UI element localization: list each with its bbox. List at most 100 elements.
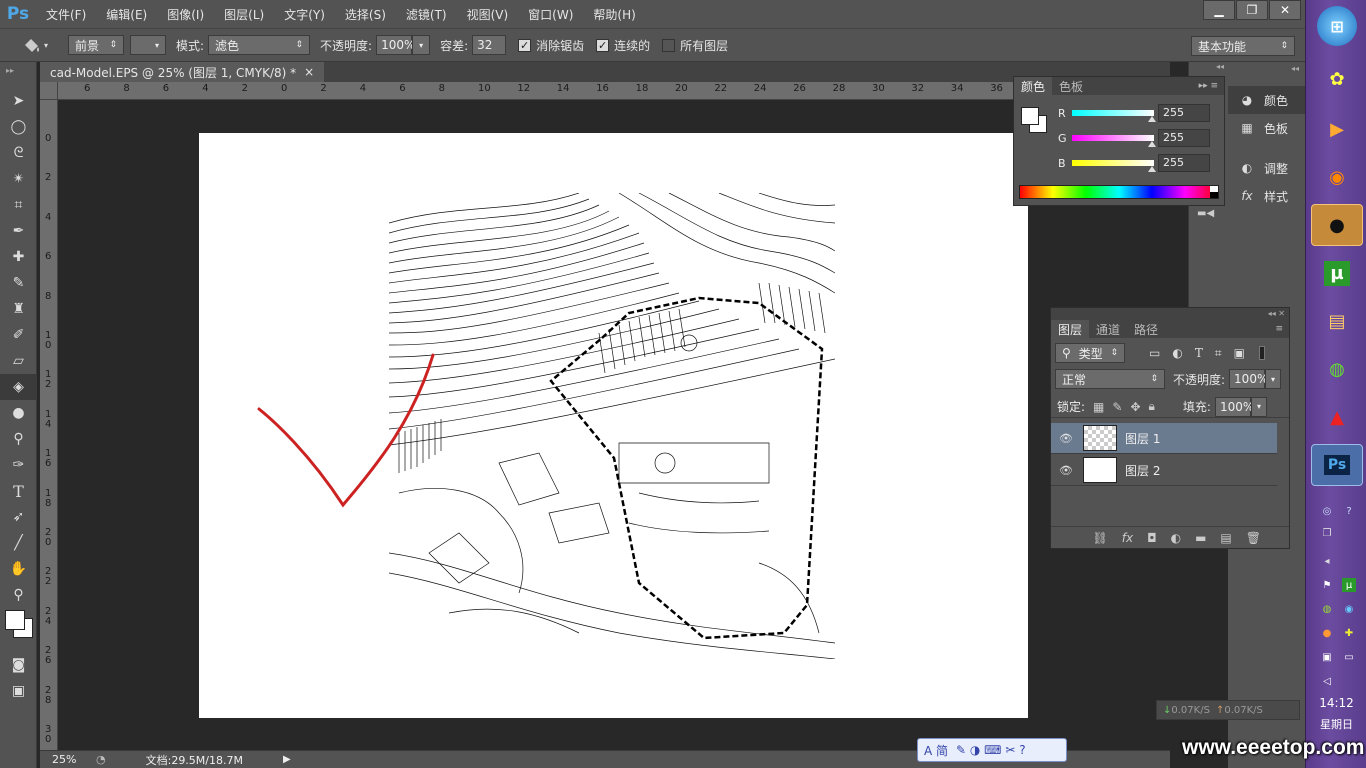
tray-expand-icon[interactable]: ◂ <box>1320 554 1334 568</box>
tray-network-icon[interactable]: ◎ <box>1320 504 1334 518</box>
new-group-icon[interactable]: ▬ <box>1195 531 1206 545</box>
tray-plus-icon[interactable]: ✚ <box>1342 626 1356 640</box>
tab-color[interactable]: 颜色 <box>1014 77 1053 95</box>
lasso-tool[interactable]: ᘓ <box>0 140 37 166</box>
dock-color-button[interactable]: ◕ 颜色 <box>1228 86 1305 114</box>
eye-icon[interactable]: 👁︎ <box>1051 432 1081 445</box>
panel-menu-icon[interactable]: ≡ <box>1275 324 1283 334</box>
menu-image[interactable]: 图像(I) <box>157 6 214 23</box>
restore-button[interactable]: ❐ <box>1236 0 1268 20</box>
expand-arrows-icon[interactable]: ◂◂ <box>1228 62 1305 86</box>
filter-image-icon[interactable]: ▭ <box>1149 346 1160 360</box>
screen-mode-button[interactable]: ▣ <box>0 678 37 704</box>
start-button[interactable]: ⊞ <box>1317 6 1357 46</box>
pen-tool[interactable]: ✑ <box>0 452 37 478</box>
collapse-arrows-icon[interactable]: ▸▸ <box>0 62 36 88</box>
taskbar-app-360[interactable]: ✿ <box>1311 58 1363 100</box>
dock-adjustments-button[interactable]: ◐ 调整 <box>1228 154 1305 182</box>
mode-select[interactable]: 滤色 ⇕ <box>208 35 311 55</box>
fx-icon[interactable]: fx <box>1122 531 1133 545</box>
filter-adjustment-icon[interactable]: ◐ <box>1172 346 1182 360</box>
layer-row[interactable]: 👁︎ 图层 2 <box>1051 455 1277 486</box>
tray-help-icon[interactable]: ? <box>1342 504 1356 518</box>
dodge-tool[interactable]: ⚲ <box>0 426 37 452</box>
antialias-checkbox[interactable]: ✓ <box>518 38 532 52</box>
status-expand-icon[interactable]: ▶ <box>283 754 291 765</box>
foreground-color-swatch[interactable] <box>5 610 25 630</box>
tray-globe-icon[interactable]: ◉ <box>1342 602 1356 616</box>
taskbar-app-utorrent[interactable]: µ <box>1311 252 1363 294</box>
document-canvas[interactable] <box>199 133 1028 718</box>
magic-wand-tool[interactable]: ✴ <box>0 166 37 192</box>
dock-styles-button[interactable]: fx 样式 <box>1228 182 1305 210</box>
menu-window[interactable]: 窗口(W) <box>518 6 583 23</box>
ruler-origin[interactable] <box>40 82 58 100</box>
new-layer-icon[interactable]: ▤ <box>1220 531 1231 545</box>
tab-paths[interactable]: 路径 <box>1127 320 1165 338</box>
layer-opacity-input[interactable]: 100% <box>1229 369 1268 389</box>
black-white-chip[interactable] <box>1210 186 1218 198</box>
green-slider-thumb[interactable] <box>1148 141 1156 147</box>
filter-smart-object-icon[interactable]: ▣ <box>1234 346 1245 360</box>
tray-flag-icon[interactable]: ⚑ <box>1320 578 1334 592</box>
lock-all-icon[interactable]: 🔒︎ <box>1149 399 1155 414</box>
layer-opacity-dropdown[interactable]: ▾ <box>1265 369 1282 389</box>
fill-input[interactable]: 100% <box>1214 396 1254 417</box>
clock-time[interactable]: 14:12 <box>1306 696 1366 710</box>
quick-mask-button[interactable]: ◙ <box>0 652 37 678</box>
color-spectrum-ramp[interactable] <box>1019 185 1219 199</box>
healing-brush-tool[interactable]: ✚ <box>0 244 37 270</box>
hand-tool[interactable]: ✋ <box>0 556 37 582</box>
tab-layers[interactable]: 图层 <box>1051 320 1090 338</box>
panel-menu-icon[interactable]: ▸▸ ≡ <box>1199 81 1218 91</box>
blend-mode-select[interactable]: 正常 ⇕ <box>1055 369 1165 389</box>
close-button[interactable]: ✕ <box>1269 0 1301 20</box>
crop-tool[interactable]: ⌗ <box>0 192 37 218</box>
tray-qq-icon[interactable]: ● <box>1320 626 1334 640</box>
tray-360-icon[interactable]: ◍ <box>1320 602 1334 616</box>
paint-bucket-preset[interactable]: ▾ <box>0 36 60 54</box>
green-slider[interactable] <box>1072 135 1154 141</box>
blue-slider-thumb[interactable] <box>1148 166 1156 172</box>
tab-channels[interactable]: 通道 <box>1089 320 1127 338</box>
menu-layer[interactable]: 图层(L) <box>214 6 274 23</box>
slider-handle-icon[interactable]: ▬◀ <box>1197 208 1214 219</box>
document-tab[interactable]: cad-Model.EPS @ 25% (图层 1, CMYK/8) * × <box>40 62 325 82</box>
eye-icon[interactable]: 👁︎ <box>1051 464 1081 477</box>
tolerance-input[interactable]: 32 <box>472 35 507 55</box>
adjustment-layer-icon[interactable]: ◐ <box>1171 531 1181 545</box>
taskbar-app-player[interactable]: ▶ <box>1311 108 1363 150</box>
red-value-input[interactable]: 255 <box>1158 104 1210 122</box>
menu-view[interactable]: 视图(V) <box>457 6 519 23</box>
blue-value-input[interactable]: 255 <box>1158 154 1210 172</box>
type-tool[interactable]: T <box>0 478 37 504</box>
menu-help[interactable]: 帮助(H) <box>583 6 645 23</box>
filter-toggle[interactable] <box>1258 346 1265 360</box>
taskbar-app-photoshop[interactable]: Ps <box>1311 444 1363 486</box>
blur-tool[interactable]: ● <box>0 400 37 426</box>
link-layers-icon[interactable]: ⛓ <box>1093 531 1108 545</box>
history-brush-tool[interactable]: ✐ <box>0 322 37 348</box>
eyedropper-tool[interactable]: ✒ <box>0 218 37 244</box>
status-menu-icon[interactable]: ◔ <box>96 753 106 766</box>
marquee-tool[interactable]: ◯ <box>0 114 37 140</box>
filter-shape-icon[interactable]: ⌗ <box>1215 346 1222 361</box>
trash-icon[interactable]: 🗑︎ <box>1246 531 1261 545</box>
path-selection-tool[interactable]: ➶ <box>0 504 37 530</box>
tab-swatches[interactable]: 色板 <box>1052 77 1090 95</box>
paint-bucket-tool[interactable]: ◈ <box>0 374 37 400</box>
pattern-picker[interactable]: ▾ <box>130 35 166 55</box>
canvas-area[interactable] <box>58 100 1170 750</box>
fill-source-select[interactable]: 前景 ⇕ <box>68 35 124 55</box>
eraser-tool[interactable]: ▱ <box>0 348 37 374</box>
tray-utorrent-icon[interactable]: µ <box>1342 578 1356 592</box>
menu-edit[interactable]: 编辑(E) <box>96 6 157 23</box>
blue-slider[interactable] <box>1072 160 1154 166</box>
panel-collapse-bar[interactable]: ◂◂ ✕ <box>1051 308 1289 320</box>
red-slider[interactable] <box>1072 110 1154 116</box>
zoom-tool[interactable]: ⚲ <box>0 582 37 608</box>
close-tab-icon[interactable]: × <box>304 65 314 79</box>
brush-tool[interactable]: ✎ <box>0 270 37 296</box>
lock-paint-icon[interactable]: ✎ <box>1112 400 1122 414</box>
menu-filter[interactable]: 滤镜(T) <box>396 6 457 23</box>
